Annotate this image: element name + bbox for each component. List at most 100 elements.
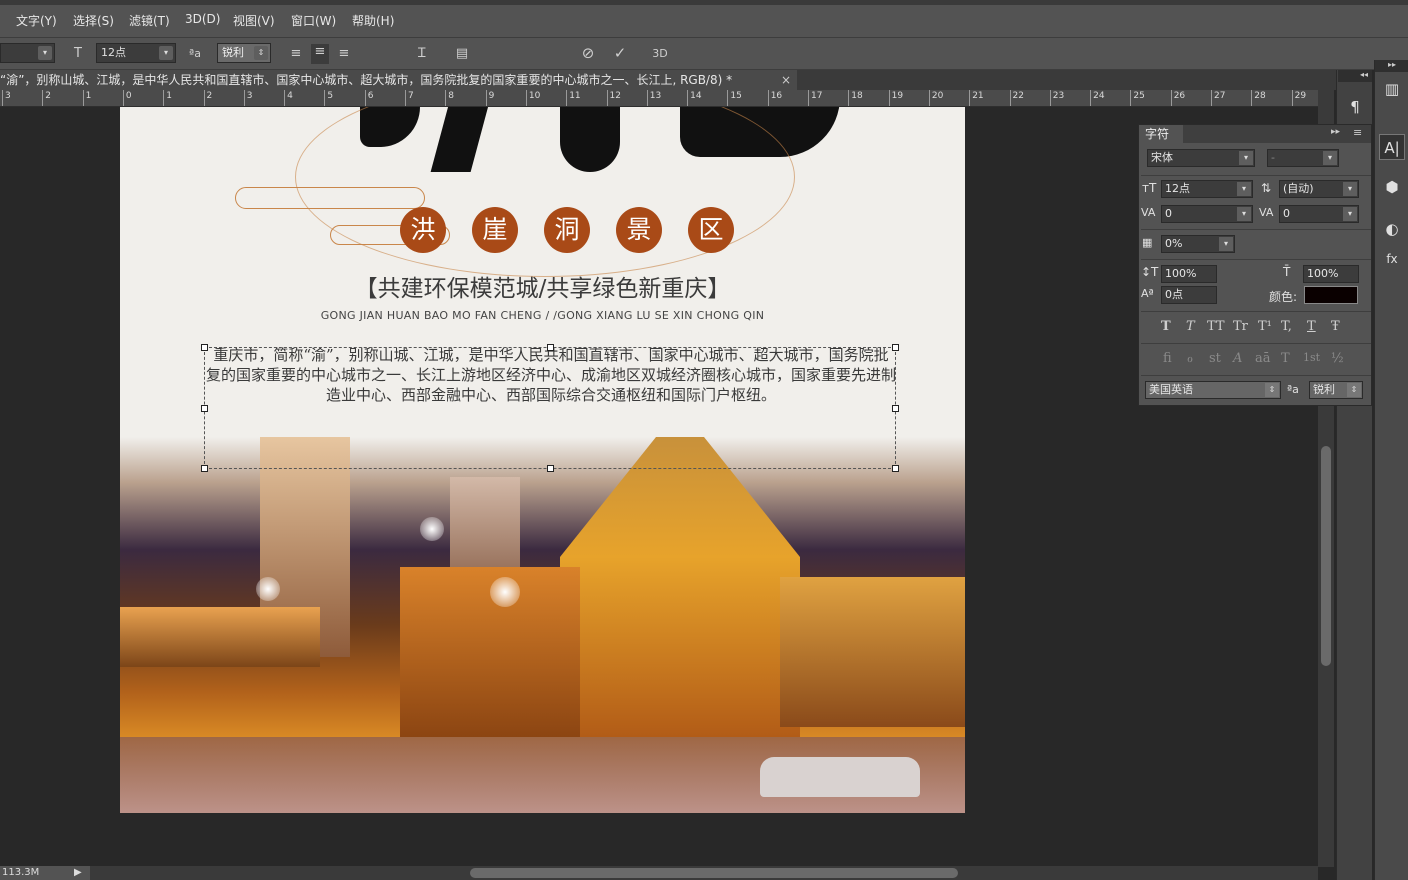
title-circle: 景 (616, 207, 662, 253)
fractions-button[interactable]: ½ (1331, 351, 1344, 366)
ruler-tick: 16 (767, 90, 782, 106)
resize-handle[interactable] (201, 465, 208, 472)
street-light (420, 517, 444, 541)
stilt-house (780, 577, 965, 727)
language-dropdown[interactable]: 美国英语 ⇕ (1145, 381, 1281, 399)
resize-handle[interactable] (892, 465, 899, 472)
chevron-down-icon: ▾ (159, 46, 173, 60)
font-style-dropdown[interactable]: - ▾ (1267, 149, 1339, 167)
resize-handle[interactable] (892, 405, 899, 412)
horizontal-scale-field[interactable]: 100% (1303, 265, 1359, 283)
antialias-dropdown[interactable]: 锐利 ⇕ (1309, 381, 1363, 399)
ruler-tick: 17 (808, 90, 822, 106)
underline-button[interactable]: T (1307, 319, 1316, 334)
adjustments-icon[interactable]: ◐ (1379, 216, 1405, 242)
baseline-shift-field[interactable]: 0点 (1161, 286, 1217, 304)
titling-button[interactable]: T (1281, 351, 1290, 366)
chevron-down-icon: ▾ (1237, 182, 1251, 196)
scrollbar-thumb[interactable] (1321, 446, 1331, 666)
horizontal-scrollbar[interactable] (0, 866, 1318, 880)
scrollbar-thumb[interactable] (470, 868, 958, 878)
resize-handle[interactable] (892, 344, 899, 351)
character-panel-icon[interactable]: A| (1379, 134, 1405, 160)
tab-character[interactable]: 字符 (1139, 125, 1183, 143)
align-left-icon[interactable]: ≡ (288, 46, 304, 62)
document-canvas[interactable]: 洪 崖 洞 景 区 【共建环保模范城/共享绿色新重庆】 GONG JIAN HU… (120, 107, 965, 813)
title-circle: 崖 (472, 207, 518, 253)
resize-handle[interactable] (201, 405, 208, 412)
antialias-dropdown[interactable]: 锐利 ⇕ (217, 43, 271, 63)
font-size-field[interactable]: 12点 ▾ (1161, 180, 1253, 198)
resize-handle[interactable] (547, 465, 554, 472)
divider (1141, 343, 1371, 344)
resize-handle[interactable] (201, 344, 208, 351)
ruler-tick: 13 (646, 90, 661, 106)
tracking-field[interactable]: 0 ▾ (1279, 205, 1359, 223)
align-center-icon[interactable]: ≡ (311, 44, 329, 64)
3d-cube-icon[interactable]: ⬢ (1379, 174, 1405, 200)
leading-field[interactable]: (自动) ▾ (1279, 180, 1359, 198)
faux-bold-button[interactable]: T (1161, 319, 1171, 334)
collapse-arrows-icon[interactable]: ◂◂ (1338, 70, 1372, 82)
panel-menu-icon[interactable]: ≡ (1353, 126, 1362, 139)
discretionary-ligatures-button[interactable]: st (1209, 351, 1221, 366)
strikethrough-button[interactable]: Ŧ (1331, 319, 1340, 334)
collapse-arrows-icon[interactable]: ▸▸ (1375, 60, 1408, 72)
status-menu-arrow-icon[interactable]: ▶ (74, 866, 82, 880)
document-tab[interactable]: “渝”，别称山城、江城，是中华人民共和国直辖市、国家中心城市、超大城市，国务院批… (0, 70, 797, 90)
superscript-button[interactable]: T¹ (1258, 319, 1272, 334)
menu-view[interactable]: 视图(V) (233, 12, 275, 29)
menu-type[interactable]: 文字(Y) (16, 12, 57, 29)
panels-toggle-icon[interactable]: ▤ (454, 46, 470, 62)
all-caps-button[interactable]: TT (1207, 319, 1225, 334)
ruler-tick: 28 (1251, 90, 1266, 106)
commit-check-icon[interactable]: ✓ (612, 45, 628, 61)
ruler-tick: 11 (566, 90, 581, 106)
fx-styles-icon[interactable]: fx (1379, 246, 1405, 272)
ordinals-button[interactable]: 1st (1303, 351, 1320, 364)
horizontal-ruler[interactable]: 3 2 1 0 1 2 3 4 5 6 7 8 9 10 11 12 13 14 15 16 17 18 19 20 21 22 2… (0, 90, 1320, 107)
collapse-arrows-icon[interactable]: ▸▸ (1331, 127, 1340, 137)
text-orientation-icon[interactable]: T (70, 46, 86, 62)
text-color-swatch[interactable] (1304, 286, 1358, 304)
small-caps-button[interactable]: Tr (1233, 319, 1248, 334)
warp-text-icon[interactable]: Ꮖ (414, 46, 430, 62)
vertical-scale-icon: ↕T (1141, 265, 1159, 279)
ruler-tick: 1 (163, 90, 172, 106)
tool-preset-dropdown[interactable]: ▾ (0, 43, 55, 63)
text-bounding-box[interactable] (201, 344, 899, 472)
old-style-button[interactable]: ℴ (1187, 351, 1193, 366)
paragraph-panel-icon[interactable]: ¶ (1342, 94, 1368, 120)
history-icon[interactable]: ▥ (1379, 76, 1405, 102)
cancel-icon[interactable]: ⊘ (580, 45, 596, 61)
menu-3d[interactable]: 3D(D) (185, 12, 220, 26)
style-buttons-row: T T TT Tr T¹ T, T Ŧ (1161, 319, 1361, 335)
menu-window[interactable]: 窗口(W) (291, 12, 336, 29)
tsume-field[interactable]: 0% ▾ (1161, 235, 1235, 253)
close-icon[interactable]: × (781, 70, 791, 90)
ruler-tick: 15 (727, 90, 742, 106)
menu-help[interactable]: 帮助(H) (352, 12, 394, 29)
align-right-icon[interactable]: ≡ (336, 46, 352, 62)
vertical-scale-field[interactable]: 100% (1161, 265, 1217, 283)
menu-filter[interactable]: 滤镜(T) (129, 12, 170, 29)
ruler-tick: 7 (405, 90, 414, 106)
3d-icon[interactable]: 3D (650, 46, 670, 62)
font-family-dropdown[interactable]: 宋体 ▾ (1147, 149, 1255, 167)
ruler-tick: 14 (687, 90, 702, 106)
tsume-icon: ▦ (1142, 236, 1153, 249)
antialias-icon: ªa (1287, 383, 1299, 396)
ligatures-button[interactable]: fi (1163, 351, 1172, 366)
horizontal-scale-value: 100% (1307, 267, 1339, 280)
kerning-field[interactable]: 0 ▾ (1161, 205, 1253, 223)
divider (1141, 229, 1371, 230)
swash-button[interactable]: A (1233, 351, 1242, 366)
stylistic-alternates-button[interactable]: aā (1255, 351, 1271, 366)
ruler-tick: 12 (606, 90, 621, 106)
subscript-button[interactable]: T, (1281, 319, 1292, 334)
font-size-dropdown[interactable]: 12点 ▾ (96, 43, 176, 63)
ruler-tick: 18 (848, 90, 863, 106)
menu-select[interactable]: 选择(S) (73, 12, 114, 29)
faux-italic-button[interactable]: T (1186, 319, 1195, 334)
resize-handle[interactable] (547, 344, 554, 351)
